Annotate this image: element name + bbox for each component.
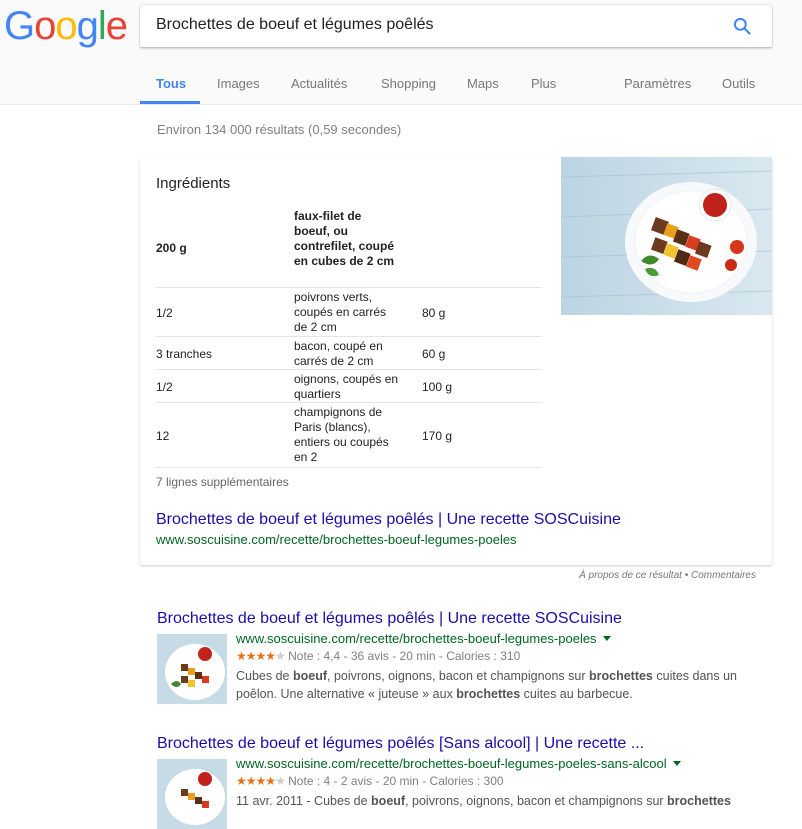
ingredients-heading: Ingrédients (156, 175, 231, 192)
more-rows-link[interactable]: 7 lignes supplémentaires (156, 475, 289, 489)
header: Google Brochettes de boeuf et légumes po… (0, 0, 802, 105)
result-rating: ★★★★★ Note : 4 - 2 avis - 20 min - Calor… (236, 774, 504, 788)
result-url[interactable]: www.soscuisine.com/recette/brochettes-bo… (236, 631, 611, 646)
featured-snippet-card: Ingrédients 200 g faux-filet de boeuf, o… (140, 157, 772, 565)
table-row: 1/2 poivrons verts, coupés en carrés de … (156, 288, 542, 337)
tab-shopping[interactable]: Shopping (381, 76, 436, 91)
result-thumbnail[interactable] (157, 759, 227, 829)
table-row: 3 tranches bacon, coupé en carrés de 2 c… (156, 337, 542, 370)
tab-outils[interactable]: Outils (722, 76, 755, 91)
logo-letter: e (105, 4, 128, 48)
search-box[interactable]: Brochettes de boeuf et légumes poêlés (140, 5, 772, 47)
chevron-down-icon[interactable] (672, 761, 681, 766)
ingredient-amount: 170 g (422, 429, 453, 443)
logo-letter: o (55, 4, 77, 48)
ingredient-qty: 200 g (156, 241, 187, 255)
google-logo[interactable]: Google (4, 4, 128, 48)
tab-images[interactable]: Images (217, 76, 260, 91)
search-input[interactable]: Brochettes de boeuf et légumes poêlés (156, 16, 434, 34)
featured-result-link[interactable]: Brochettes de boeuf et légumes poêlés | … (156, 511, 621, 529)
search-result: Brochettes de boeuf et légumes poêlés | … (157, 610, 757, 710)
ingredient-amount: 60 g (422, 347, 446, 361)
result-stats: Environ 134 000 résultats (0,59 secondes… (157, 122, 402, 137)
rating-stars-icon: ★★★★★ (236, 774, 286, 788)
logo-letter: l (97, 4, 107, 48)
tab-plus[interactable]: Plus (531, 76, 556, 91)
tab-parametres[interactable]: Paramètres (624, 76, 691, 91)
ingredient-name: champignons de Paris (blancs), entiers o… (294, 405, 389, 464)
ingredient-qty: 12 (156, 429, 170, 443)
ingredient-qty: 1/2 (156, 380, 173, 394)
ingredient-amount: 100 g (422, 380, 453, 394)
featured-result-url[interactable]: www.soscuisine.com/recette/brochettes-bo… (156, 532, 517, 547)
logo-letter: G (4, 4, 35, 48)
ingredient-amount: 80 g (422, 306, 446, 320)
table-row: 1/2 oignons, coupés en quartiers 100 g (156, 370, 542, 403)
rating-stars-icon: ★★★★★ (236, 649, 286, 663)
tab-maps[interactable]: Maps (467, 76, 499, 91)
ingredient-name: oignons, coupés en quartiers (294, 372, 399, 401)
search-icon[interactable] (732, 16, 752, 36)
recipe-photo[interactable] (561, 157, 772, 315)
ingredient-name: poivrons verts, coupés en carrés de 2 cm (294, 290, 387, 334)
logo-letter: g (76, 4, 99, 48)
result-rating: ★★★★★ Note : 4,4 - 36 avis - 20 min - Ca… (236, 649, 521, 663)
tab-tous[interactable]: Tous (156, 76, 186, 91)
active-tab-indicator (140, 101, 200, 104)
result-snippet: 11 avr. 2011 - Cubes de boeuf, poivrons,… (236, 794, 731, 808)
chevron-down-icon[interactable] (602, 636, 611, 641)
result-snippet: Cubes de boeuf, poivrons, oignons, bacon… (236, 669, 737, 701)
table-row: 12 champignons de Paris (blancs), entier… (156, 403, 542, 468)
ingredient-name: faux-filet de boeuf, ou contrefilet, cou… (294, 209, 395, 268)
logo-letter: o (34, 4, 56, 48)
tab-actualites[interactable]: Actualités (291, 76, 347, 91)
ingredient-qty: 1/2 (156, 306, 173, 320)
result-thumbnail[interactable] (157, 634, 227, 704)
table-row: 200 g faux-filet de boeuf, ou contrefile… (156, 207, 542, 288)
ingredient-name: bacon, coupé en carrés de 2 cm (294, 339, 383, 368)
about-this-result[interactable]: À propos de ce résultat • Commentaires (579, 570, 756, 581)
result-url[interactable]: www.soscuisine.com/recette/brochettes-bo… (236, 756, 681, 771)
ingredients-table: 200 g faux-filet de boeuf, ou contrefile… (156, 207, 542, 468)
search-tabs: Tous Images Actualités Shopping Maps Plu… (140, 66, 780, 104)
result-title-link[interactable]: Brochettes de boeuf et légumes poêlés [S… (157, 735, 644, 753)
search-result: Brochettes de boeuf et légumes poêlés [S… (157, 735, 757, 829)
ingredient-qty: 3 tranches (156, 347, 213, 361)
result-title-link[interactable]: Brochettes de boeuf et légumes poêlés | … (157, 610, 622, 628)
